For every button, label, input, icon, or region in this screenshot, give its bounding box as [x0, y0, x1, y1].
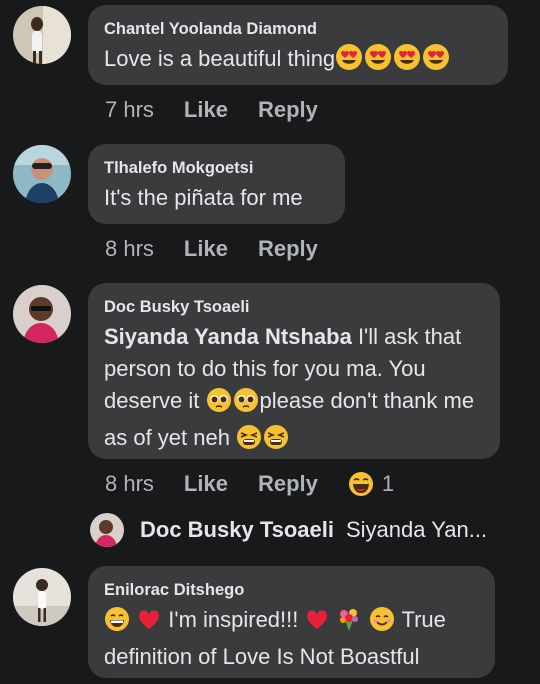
pleading-face-emoji — [206, 387, 232, 422]
comment-author[interactable]: Doc Busky Tsoaeli — [104, 297, 484, 317]
grinning-face-emoji — [104, 606, 130, 641]
heart-eyes-emoji — [335, 43, 363, 80]
like-button[interactable]: Like — [184, 236, 228, 262]
avatar[interactable] — [13, 6, 71, 64]
haha-reaction-icon — [348, 472, 373, 496]
comment-actions: 8 hrs Like Reply 1 — [105, 469, 394, 499]
reaction-summary[interactable]: 1 — [348, 471, 394, 497]
comment-actions: 7 hrs Like Reply — [105, 95, 348, 125]
like-button[interactable]: Like — [184, 97, 228, 123]
mention-link[interactable]: Siyanda Yanda Ntshaba — [104, 324, 352, 349]
comment-time[interactable]: 7 hrs — [105, 97, 154, 123]
comment-text: I'm inspired!!! True definition of Love … — [104, 606, 446, 669]
comment-bubble: Tlhalefo Mokgoetsi It's the piñata for m… — [88, 144, 345, 224]
reply-button[interactable]: Reply — [258, 471, 318, 497]
reply-snippet[interactable]: Siyanda Yan... — [346, 517, 487, 543]
comment-time[interactable]: 8 hrs — [105, 236, 154, 262]
avatar[interactable] — [13, 145, 71, 203]
comment-author[interactable]: Tlhalefo Mokgoetsi — [104, 158, 329, 178]
red-heart-emoji — [137, 608, 161, 641]
comment-author[interactable]: Chantel Yoolanda Diamond — [104, 19, 492, 39]
reply-author[interactable]: Doc Busky Tsoaeli — [140, 517, 334, 543]
avatar — [90, 513, 124, 547]
comment-text: Love is a beautiful thing — [104, 43, 492, 80]
heart-eyes-emoji — [364, 43, 392, 80]
tired-face-emoji — [236, 424, 262, 459]
reaction-count: 1 — [381, 471, 395, 496]
avatar[interactable] — [13, 568, 71, 626]
comment-time[interactable]: 8 hrs — [105, 471, 154, 497]
reply-button[interactable]: Reply — [258, 236, 318, 262]
like-button[interactable]: Like — [184, 471, 228, 497]
reply-preview[interactable]: Doc Busky Tsoaeli Siyanda Yan... — [90, 513, 487, 547]
comment-text: Siyanda Yanda Ntshaba I'll ask that pers… — [104, 321, 484, 459]
tired-face-emoji — [263, 424, 289, 459]
heart-eyes-emoji — [393, 43, 421, 80]
heart-eyes-emoji — [422, 43, 450, 80]
comment-author[interactable]: Enilorac Ditshego — [104, 580, 479, 600]
comment-bubble: Chantel Yoolanda Diamond Love is a beaut… — [88, 5, 508, 85]
comment-actions: 8 hrs Like Reply — [105, 234, 348, 264]
reply-button[interactable]: Reply — [258, 97, 318, 123]
bouquet-emoji — [336, 606, 362, 641]
red-heart-emoji — [305, 608, 329, 641]
avatar[interactable] — [13, 285, 71, 343]
pleading-face-emoji — [233, 387, 259, 422]
smiling-face-emoji — [369, 606, 395, 641]
comment-text: It's the piñata for me — [104, 185, 303, 210]
comment-bubble: Enilorac Ditshego I'm inspired!!! True d… — [88, 566, 495, 678]
comment-bubble: Doc Busky Tsoaeli Siyanda Yanda Ntshaba … — [88, 283, 500, 459]
